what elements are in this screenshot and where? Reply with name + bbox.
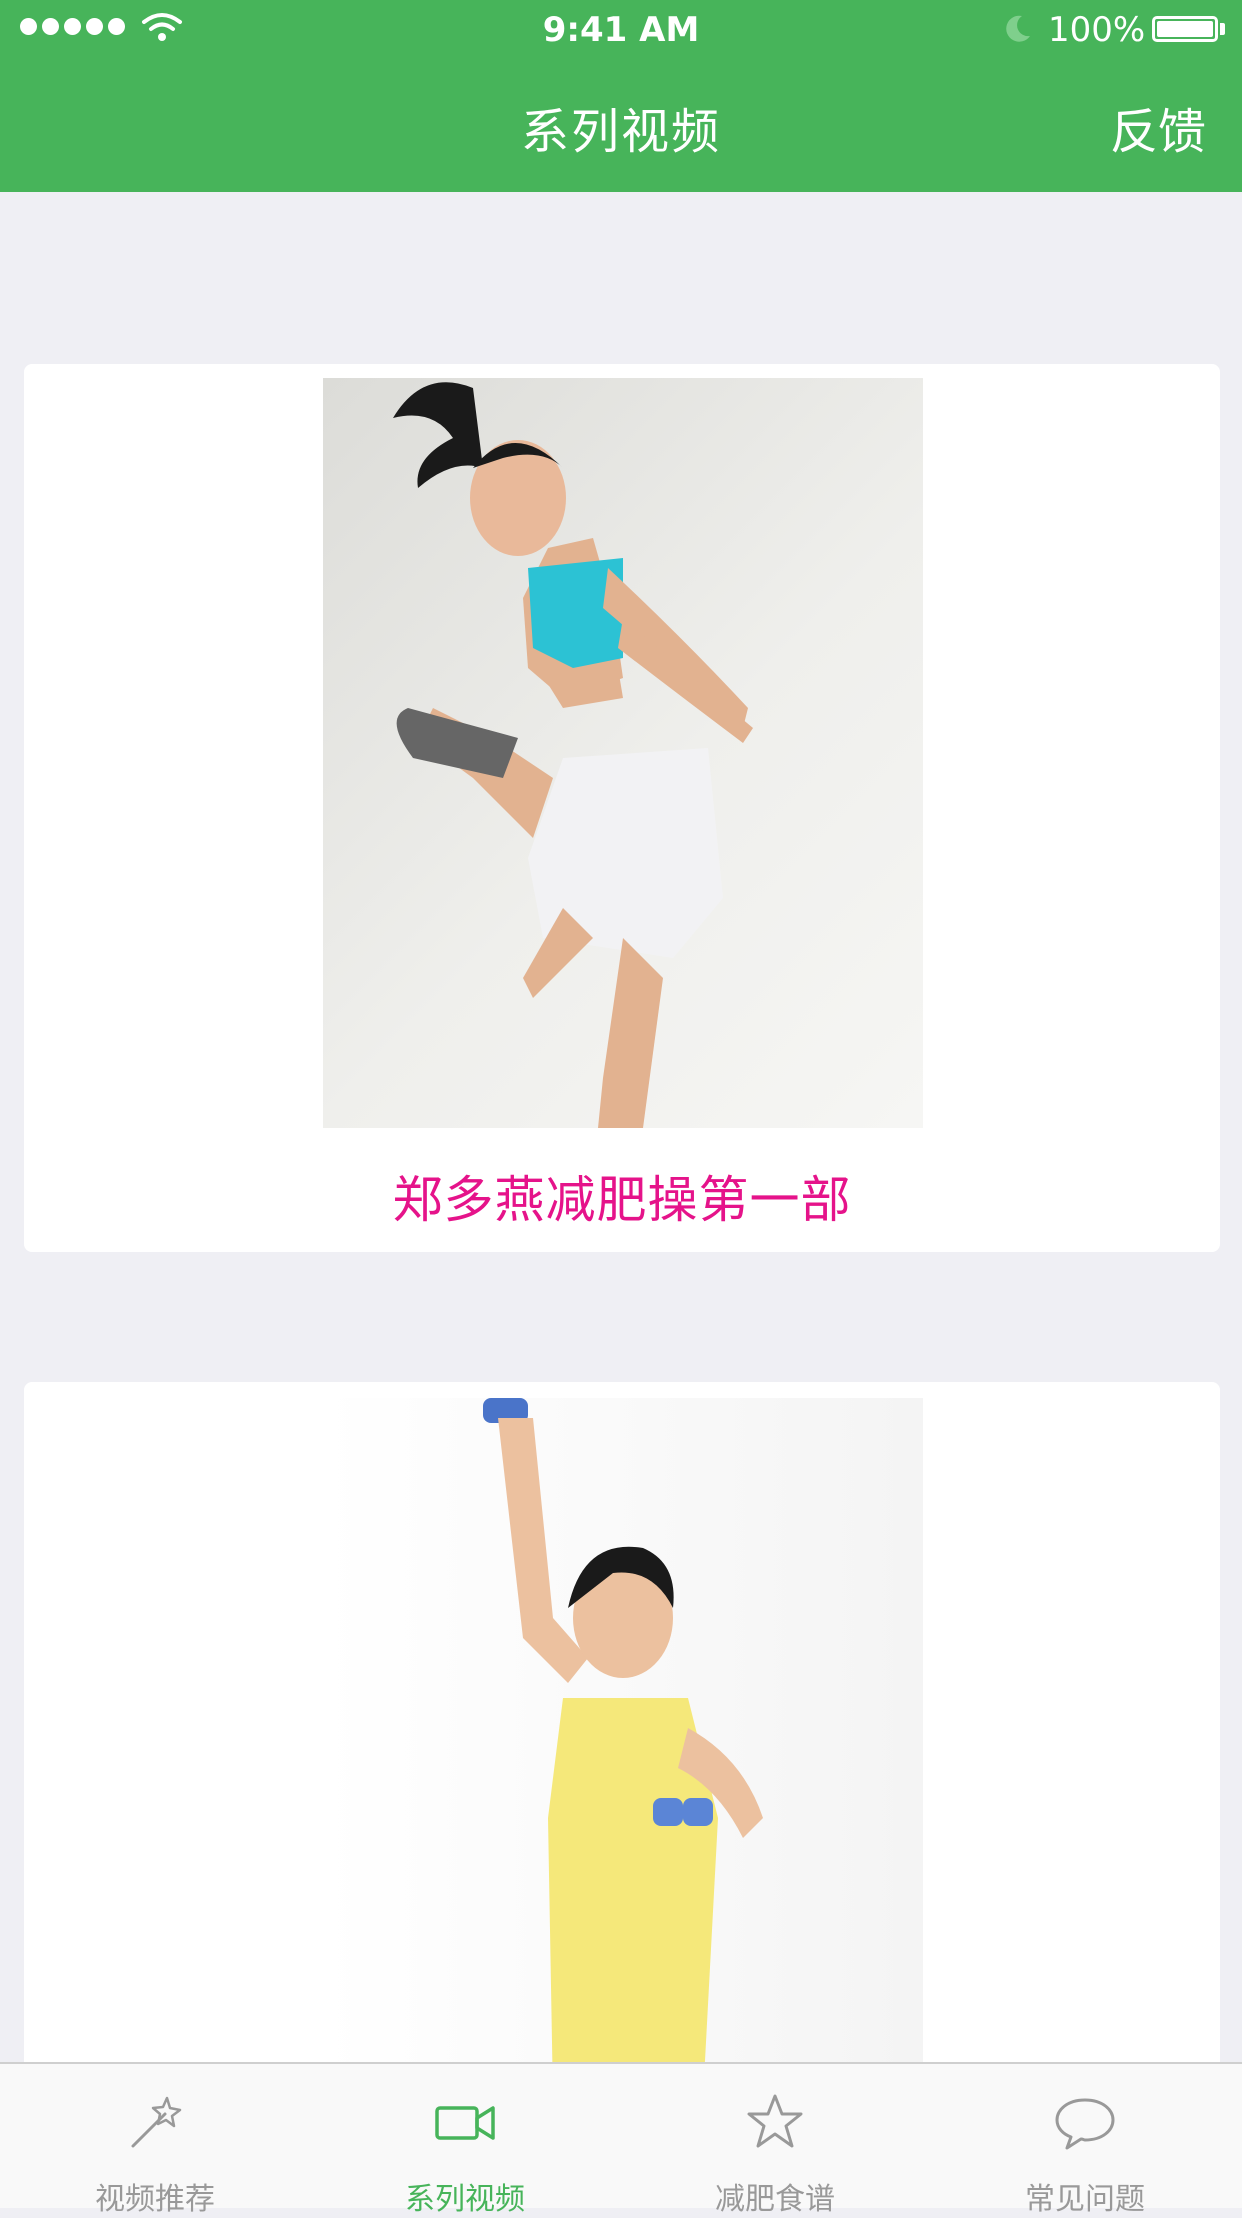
- series-title[interactable]: 郑多燕减肥操第一部: [24, 1160, 1220, 1232]
- tab-label: 减肥食谱: [715, 2182, 835, 2217]
- tab-bar: 视频推荐 系列视频 减肥食谱 常见问题: [0, 2062, 1242, 2217]
- series-card[interactable]: [24, 1382, 1220, 2062]
- series-card[interactable]: 郑多燕减肥操第一部: [24, 364, 1220, 1252]
- tab-faq[interactable]: 常见问题: [930, 2064, 1240, 2217]
- do-not-disturb-moon-icon: [1006, 15, 1030, 42]
- series-thumbnail[interactable]: [323, 378, 923, 1128]
- battery-tip: [1220, 23, 1225, 35]
- tab-video-recommendations[interactable]: 视频推荐: [0, 2064, 310, 2217]
- battery-icon: [1152, 16, 1218, 42]
- chat-bubble-icon: [1055, 2098, 1115, 2150]
- battery-percentage: 100%: [1048, 10, 1146, 50]
- page-title: 系列视频: [520, 104, 721, 160]
- star-icon: [747, 2094, 803, 2148]
- series-thumbnail[interactable]: [323, 1398, 923, 2062]
- video-series-list[interactable]: 郑多燕减肥操第一部: [0, 192, 1242, 2062]
- status-bar: 9:41 AM 100%: [0, 0, 1242, 60]
- tab-label: 视频推荐: [95, 2182, 215, 2217]
- woman-with-dumbbells-illustration: [483, 1398, 763, 2062]
- feedback-button[interactable]: 反馈: [1110, 92, 1206, 162]
- video-camera-icon: [435, 2106, 495, 2140]
- wand-icon: [131, 2096, 182, 2148]
- app-header: 9:41 AM 100% 系列视频 反馈: [0, 0, 1242, 192]
- tab-diet-recipes[interactable]: 减肥食谱: [620, 2064, 930, 2217]
- tab-video-series[interactable]: 系列视频: [310, 2064, 620, 2217]
- tab-label: 常见问题: [1025, 2182, 1145, 2217]
- woman-dancing-illustration: [393, 382, 753, 1128]
- tab-label: 系列视频: [405, 2182, 525, 2217]
